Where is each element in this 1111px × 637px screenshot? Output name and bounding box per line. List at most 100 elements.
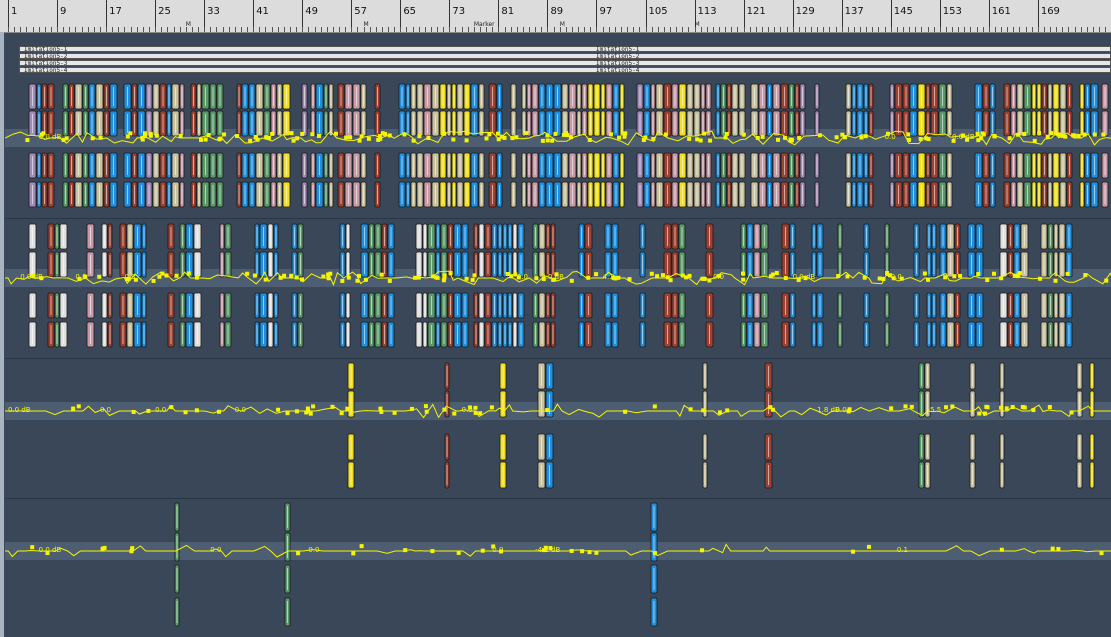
automation-point[interactable] (387, 278, 392, 283)
automation-point[interactable] (760, 134, 765, 139)
automation-point[interactable] (845, 274, 850, 279)
automation-point[interactable] (264, 135, 269, 140)
automation-point[interactable] (356, 273, 361, 278)
automation-point[interactable] (741, 277, 746, 282)
automation-point[interactable] (340, 278, 345, 283)
automation-point[interactable] (1069, 410, 1074, 415)
automation-point[interactable] (480, 548, 485, 553)
automation-point[interactable] (1031, 408, 1036, 413)
automation-point[interactable] (1072, 133, 1077, 138)
automation-point[interactable] (97, 274, 102, 279)
automation-point[interactable] (770, 272, 775, 277)
automation-point[interactable] (909, 404, 914, 409)
automation-point[interactable] (442, 407, 447, 412)
automation-point[interactable] (1038, 276, 1043, 281)
automation-point[interactable] (540, 138, 545, 143)
automation-point[interactable] (339, 411, 344, 416)
automation-point[interactable] (378, 136, 383, 141)
automation-point[interactable] (270, 131, 275, 136)
automation-point[interactable] (423, 404, 428, 409)
arranger-section-2[interactable]: Imitation5-2 Imitation5-2 (19, 53, 1111, 60)
automation-point[interactable] (587, 550, 592, 555)
automation-point[interactable] (850, 549, 855, 554)
automation-point[interactable] (252, 273, 257, 278)
automation-point[interactable] (755, 135, 760, 140)
automation-point[interactable] (206, 133, 211, 138)
automation-point[interactable] (952, 274, 957, 279)
automation-point[interactable] (701, 408, 706, 413)
automation-point[interactable] (514, 135, 519, 140)
automation-point[interactable] (623, 409, 628, 414)
automation-point[interactable] (1099, 551, 1104, 556)
automation-point[interactable] (926, 277, 931, 282)
automation-point[interactable] (140, 135, 145, 140)
automation-point[interactable] (651, 136, 656, 141)
marker-label[interactable]: M (560, 21, 565, 28)
automation-point[interactable] (975, 131, 980, 136)
automation-point[interactable] (980, 131, 985, 136)
automation-point[interactable] (25, 138, 30, 143)
automation-point[interactable] (564, 131, 569, 136)
automation-point[interactable] (649, 271, 654, 276)
automation-point[interactable] (641, 138, 646, 143)
automation-point[interactable] (545, 133, 550, 138)
automation-point[interactable] (294, 275, 299, 280)
automation-point[interactable] (64, 136, 69, 141)
automation-point[interactable] (698, 138, 703, 143)
automation-point[interactable] (326, 272, 331, 277)
automation-point[interactable] (724, 131, 729, 136)
automation-point[interactable] (550, 138, 555, 143)
automation-point[interactable] (310, 132, 315, 137)
automation-point[interactable] (379, 272, 384, 277)
automation-point[interactable] (330, 404, 335, 409)
automation-point[interactable] (452, 411, 457, 416)
automation-point[interactable] (723, 135, 728, 140)
automation-point[interactable] (568, 135, 573, 140)
automation-point[interactable] (442, 273, 447, 278)
automation-point[interactable] (944, 405, 949, 410)
automation-point[interactable] (413, 275, 418, 280)
automation-point[interactable] (128, 131, 133, 136)
automation-point[interactable] (992, 271, 997, 276)
automation-point[interactable] (817, 133, 822, 138)
automation-point[interactable] (1007, 136, 1012, 141)
automation-point[interactable] (473, 410, 478, 415)
automation-point[interactable] (842, 135, 847, 140)
automation-point[interactable] (1037, 131, 1042, 136)
automation-point[interactable] (1032, 138, 1037, 143)
automation-point[interactable] (100, 546, 105, 551)
automation-point[interactable] (906, 132, 911, 137)
automation-point[interactable] (285, 411, 290, 416)
track-row-2[interactable]: 0.0 dB 0.0 0.3 0.0 0.0 dB 4.1 0.0 0.0 dB 0.0 (5, 218, 1111, 359)
automation-point[interactable] (1016, 132, 1021, 137)
automation-point[interactable] (608, 132, 613, 137)
automation-point[interactable] (316, 133, 321, 138)
automation-point[interactable] (836, 273, 841, 278)
automation-point[interactable] (740, 271, 745, 276)
automation-point[interactable] (146, 408, 151, 413)
marker-label[interactable]: M (364, 21, 369, 28)
automation-point[interactable] (321, 274, 326, 279)
automation-point[interactable] (695, 137, 700, 142)
automation-point[interactable] (922, 271, 927, 276)
automation-point[interactable] (346, 275, 351, 280)
automation-point[interactable] (351, 551, 356, 556)
automation-point[interactable] (741, 132, 746, 137)
automation-point[interactable] (903, 404, 908, 409)
automation-point[interactable] (484, 136, 489, 141)
automation-point[interactable] (545, 408, 550, 413)
automation-point[interactable] (1065, 271, 1070, 276)
automation-point[interactable] (700, 548, 705, 553)
automation-point[interactable] (357, 138, 362, 143)
arranger-section-1[interactable]: Imitation5-1 Imitation5-1 (19, 46, 1111, 53)
automation-point[interactable] (217, 137, 222, 142)
automation-point[interactable] (569, 278, 574, 283)
automation-point[interactable] (1012, 273, 1017, 278)
automation-point[interactable] (464, 276, 469, 281)
automation-point[interactable] (495, 131, 500, 136)
automation-point[interactable] (417, 134, 422, 139)
automation-point[interactable] (98, 135, 103, 140)
automation-point[interactable] (131, 409, 136, 414)
automation-point[interactable] (976, 272, 981, 277)
automation-point[interactable] (1004, 406, 1009, 411)
